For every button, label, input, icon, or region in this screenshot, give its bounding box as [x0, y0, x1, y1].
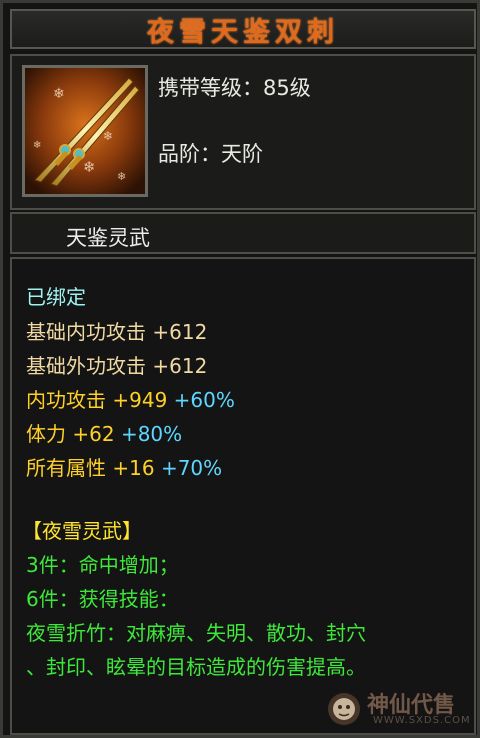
- stat-label: 所有属性: [26, 456, 106, 480]
- svg-text:❄: ❄: [83, 158, 96, 176]
- stat-label: 体力: [26, 422, 66, 446]
- stat-value: +62: [72, 422, 115, 446]
- item-icon: ❄ ❄ ❄ ❄ ❄: [22, 65, 148, 197]
- stat-bonus: +80%: [120, 422, 183, 446]
- site-watermark: 神仙代售 WWW.SXDS.COM: [323, 687, 479, 731]
- stat-label: 内功攻击: [26, 388, 106, 412]
- watermark-url: WWW.SXDS.COM: [373, 715, 471, 726]
- item-type-bar: 天鉴灵武: [10, 212, 476, 254]
- set-bonus-3: 3件：命中增加；: [26, 553, 179, 577]
- stat-row: 基础内功攻击 +612: [26, 316, 207, 345]
- bound-status: 已绑定: [26, 285, 86, 309]
- set-skill-desc-2: 、封印、眩晕的目标造成的伤害提高。: [26, 655, 366, 679]
- item-type: 天鉴灵武: [66, 226, 150, 250]
- item-rank: 品阶：天阶: [158, 142, 263, 166]
- stat-row: 内功攻击 +949 +60%: [26, 384, 235, 413]
- stat-row: 基础外功攻击 +612: [26, 350, 207, 379]
- stat-row: 体力 +62 +80%: [26, 418, 182, 447]
- item-details: 已绑定 基础内功攻击 +612 基础外功攻击 +612 内功攻击 +949 +6…: [10, 257, 476, 735]
- stat-label: 基础内功攻击: [26, 320, 146, 344]
- mascot-logo-icon: [328, 693, 360, 725]
- set-bonus-6: 6件：获得技能：: [26, 587, 179, 611]
- carry-level: 携带等级：85级: [158, 76, 311, 100]
- item-name: 夜雪天鉴双刺: [147, 16, 339, 48]
- stat-value: +612: [152, 320, 208, 344]
- item-header: ❄ ❄ ❄ ❄ ❄ 携带等级：85级 品阶：天阶: [10, 54, 476, 210]
- set-name: 【夜雪灵武】: [22, 519, 142, 543]
- stat-bonus: +70%: [160, 456, 223, 480]
- stat-row: 所有属性 +16 +70%: [26, 452, 222, 481]
- svg-text:❄: ❄: [33, 140, 41, 151]
- twin-daggers-icon: ❄ ❄ ❄ ❄ ❄: [25, 68, 145, 194]
- title-bar: 夜雪天鉴双刺: [10, 9, 476, 49]
- stat-value: +949: [112, 388, 168, 412]
- svg-text:❄: ❄: [117, 170, 126, 183]
- stat-bonus: +60%: [173, 388, 235, 412]
- set-skill-desc-1: 夜雪折竹：对麻痹、失明、散功、封穴: [26, 621, 366, 645]
- stat-value: +16: [112, 456, 155, 480]
- stat-value: +612: [152, 354, 208, 378]
- item-tooltip: 夜雪天鉴双刺 ❄ ❄ ❄ ❄ ❄ 携带等级：85级 品阶：天阶 天鉴灵武 已绑定…: [0, 0, 480, 738]
- svg-text:❄: ❄: [53, 86, 65, 102]
- stat-label: 基础外功攻击: [26, 354, 146, 378]
